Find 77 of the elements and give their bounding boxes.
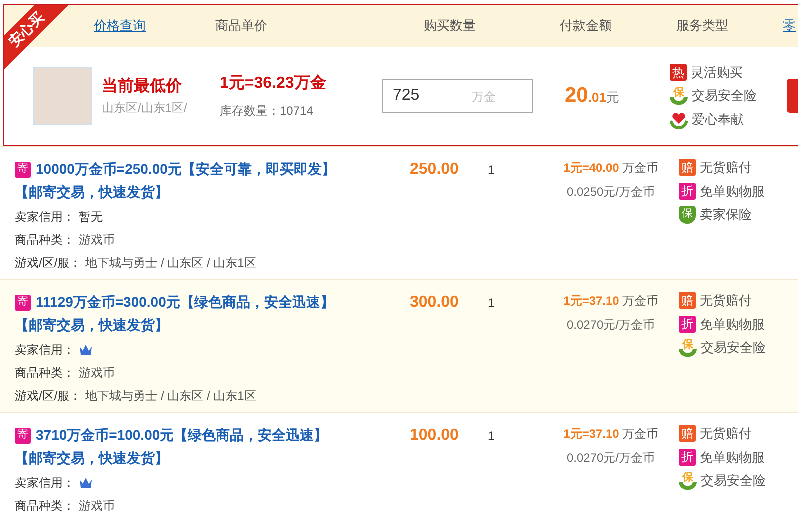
field-label: 商品种类： <box>15 232 75 249</box>
service-label: 爱心奉献 <box>692 110 744 129</box>
rate-unit: 万金币 <box>622 426 658 443</box>
listing-title-link[interactable]: 【邮寄交易，快速发货】 <box>15 314 169 337</box>
rate-unit: 万金币 <box>622 160 658 177</box>
mail-badge-icon: 寄 <box>15 162 31 178</box>
service-label: 交易安全险 <box>692 87 757 106</box>
field-label: 卖家信用： <box>15 209 75 226</box>
service-label: 免单购物服 <box>700 182 765 200</box>
credit-value: 暂无 <box>79 209 103 226</box>
listing-title-link[interactable]: 【邮寄交易，快速发货】 <box>15 447 169 470</box>
field-label: 商品种类： <box>15 498 75 512</box>
field-value: 地下城与勇士 / 山东区 / 山东1区 <box>86 388 256 405</box>
listing-title-link[interactable]: 11129万金币=300.00元【绿色商品，安全迅速】 <box>36 291 334 314</box>
field-label: 游戏/区/服： <box>15 388 82 405</box>
field-value: 地下城与勇士 / 山东区 / 山东1区 <box>86 255 256 272</box>
service-label: 免单购物服 <box>700 448 765 466</box>
game-logo-placeholder <box>33 67 92 125</box>
header-link[interactable]: 零 <box>783 18 796 33</box>
region-text: 山东区/山东1区/ <box>102 100 188 117</box>
column-header: 商品单价 <box>215 18 268 33</box>
shield-icon: 保 <box>679 206 696 224</box>
service-label: 交易安全险 <box>701 472 766 490</box>
stock-label: 库存数量： <box>220 103 280 120</box>
rate-value: 1元=37.10 <box>564 293 620 310</box>
listing-price: 300.00 <box>410 294 459 311</box>
quantity-text: 1 <box>488 163 495 177</box>
field-label: 游戏/区/服： <box>15 255 82 272</box>
field-label: 卖家信用： <box>15 342 75 359</box>
heart-hands-icon <box>670 110 688 128</box>
service-badge-icon: 赔 <box>679 159 696 176</box>
field-label: 卖家信用： <box>15 475 75 492</box>
mail-badge-icon: 寄 <box>15 428 31 444</box>
field-value: 游戏币 <box>79 365 115 382</box>
column-header: 服务类型 <box>676 18 728 33</box>
crown-icon <box>79 344 93 356</box>
service-badge-icon: 折 <box>679 182 696 200</box>
listing-title-link[interactable]: 【邮寄交易，快速发货】 <box>15 181 169 204</box>
service-label: 无货赔付 <box>700 425 752 443</box>
column-header: 付款金额 <box>560 18 612 33</box>
column-header: 购买数量 <box>424 18 476 33</box>
mail-badge-icon: 寄 <box>15 294 31 310</box>
service-badge-icon: 热 <box>670 64 687 81</box>
exchange-rate: 1元=36.23万金 <box>220 74 328 94</box>
listing-price: 100.00 <box>410 427 459 444</box>
service-badge-icon: 赔 <box>679 425 696 442</box>
listing-title-link[interactable]: 10000万金币=250.00元【安全可靠，即买即发】 <box>36 158 336 181</box>
field-value: 游戏币 <box>79 498 115 512</box>
service-label: 交易安全险 <box>701 339 766 357</box>
field-value: 游戏币 <box>79 232 115 249</box>
quantity-unit: 万金 <box>472 89 496 106</box>
service-label: 无货赔付 <box>700 292 752 310</box>
currency-unit: 元 <box>606 89 620 108</box>
quantity-text: 1 <box>488 296 495 310</box>
unit-price: 0.0270元/万金币 <box>566 317 656 334</box>
rate-unit: 万金币 <box>622 293 658 310</box>
ribbon-label: 安心买 <box>6 8 47 50</box>
header-link[interactable]: 价格查询 <box>94 18 146 33</box>
payment-amount: 20.01 <box>565 83 606 110</box>
service-label: 无货赔付 <box>700 159 752 177</box>
service-badge-icon: 折 <box>679 316 696 333</box>
quantity-text: 1 <box>488 429 495 443</box>
service-badge-icon: 折 <box>679 448 696 466</box>
unit-price: 0.0250元/万金币 <box>566 184 656 201</box>
crown-icon <box>79 477 93 489</box>
service-label: 卖家保险 <box>700 206 752 224</box>
field-label: 商品种类： <box>15 365 75 382</box>
service-badge-icon: 赔 <box>679 292 696 310</box>
listing-title-link[interactable]: 3710万金币=100.00元【绿色商品，安全迅速】 <box>36 424 328 447</box>
service-label: 免单购物服 <box>700 316 765 334</box>
unit-price: 0.0270元/万金币 <box>566 450 656 467</box>
best-price-title: 当前最低价 <box>102 76 183 97</box>
service-label: 灵活购买 <box>691 64 743 82</box>
listing-price: 250.00 <box>410 161 459 178</box>
rate-value: 1元=40.00 <box>564 160 620 177</box>
stock-count: 10714 <box>280 103 314 120</box>
rate-value: 1元=37.10 <box>564 426 620 443</box>
